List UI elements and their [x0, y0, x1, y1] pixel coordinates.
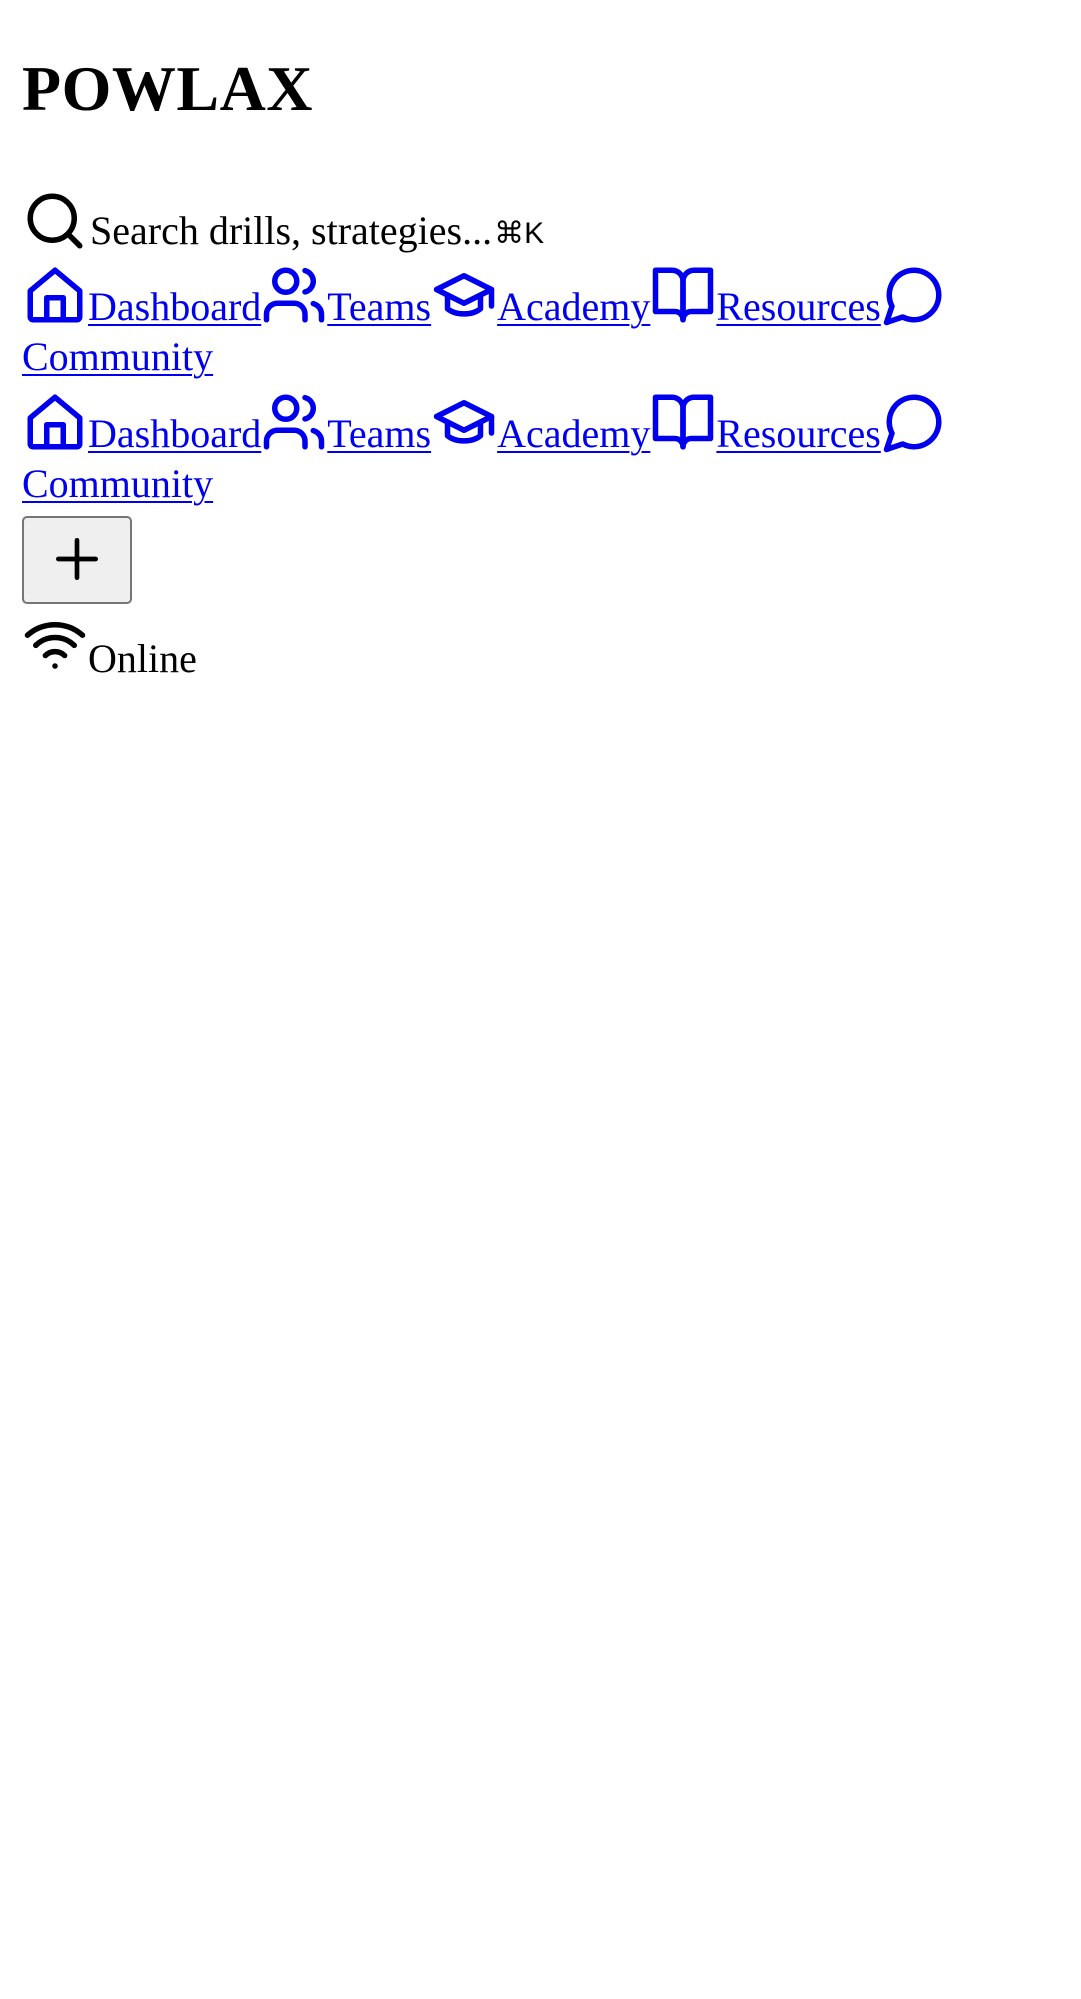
users-icon [261, 262, 327, 328]
users-icon [261, 389, 327, 455]
message-circle-icon [881, 262, 947, 328]
add-button[interactable] [22, 516, 132, 604]
nav-item-dashboard[interactable]: Dashboard [22, 267, 262, 329]
nav-item-dashboard[interactable]: Dashboard [22, 394, 262, 456]
nav-item-teams[interactable]: Teams [261, 394, 432, 456]
book-open-icon [650, 262, 716, 328]
connection-status: Online [22, 614, 197, 682]
nav-item-label: Academy [497, 411, 651, 456]
home-icon [22, 389, 88, 455]
mobile-nav: Dashboard Teams Academy Resources Community [22, 389, 1062, 509]
nav-item-label: Dashboard [88, 411, 262, 456]
search-shortcut: ⌘K [494, 217, 545, 250]
wifi-icon [22, 611, 88, 682]
book-open-icon [650, 389, 716, 455]
nav-item-academy[interactable]: Academy [431, 273, 651, 329]
primary-nav: Dashboard Teams Academy Resources Community [22, 262, 1062, 382]
search-bar[interactable]: Search drills, strategies... ⌘K [22, 184, 544, 254]
brand-title: POWLAX [22, 53, 313, 124]
message-circle-icon [881, 389, 947, 455]
nav-item-teams[interactable]: Teams [261, 267, 432, 329]
nav-item-label: Dashboard [88, 284, 262, 329]
nav-item-resources[interactable]: Resources [650, 267, 881, 329]
nav-item-label: Academy [497, 284, 651, 329]
nav-item-label: Community [22, 461, 214, 506]
search-icon [22, 188, 88, 254]
home-icon [22, 262, 88, 328]
nav-item-label: Teams [327, 411, 432, 456]
plus-icon [49, 531, 105, 590]
nav-item-label: Resources [716, 284, 881, 329]
graduation-cap-icon [431, 262, 497, 328]
nav-item-label: Teams [327, 284, 432, 329]
nav-item-label: Community [22, 334, 214, 379]
search-placeholder[interactable]: Search drills, strategies... [90, 208, 492, 254]
status-label: Online [88, 636, 197, 681]
nav-item-academy[interactable]: Academy [431, 400, 651, 456]
nav-item-label: Resources [716, 411, 881, 456]
nav-item-resources[interactable]: Resources [650, 394, 881, 456]
graduation-cap-icon [431, 389, 497, 455]
